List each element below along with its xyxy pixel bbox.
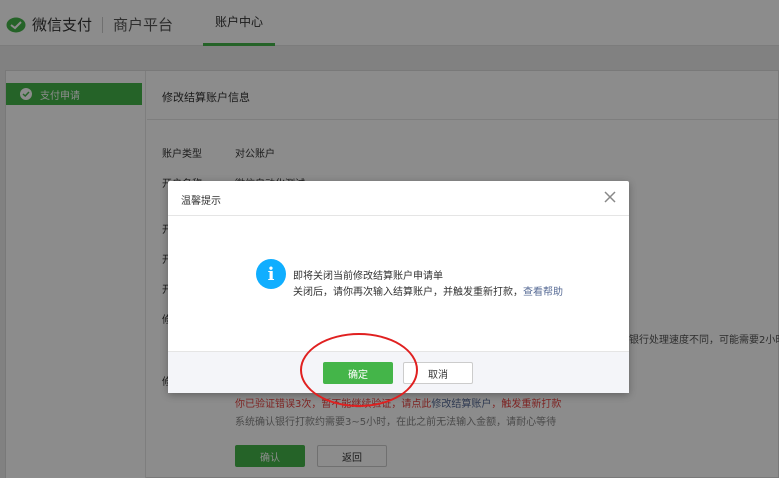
sub-message-text: 关闭后，请你再次输入结算账户，并触发重新打款， (293, 287, 523, 298)
dialog-message: 即将关闭当前修改结算账户申请单 (293, 271, 443, 282)
dialog-title: 温馨提示 (181, 196, 221, 207)
dialog-sub-message: 关闭后，请你再次输入结算账户，并触发重新打款，查看帮助 (293, 283, 563, 298)
annotation-circle (300, 333, 418, 407)
info-icon: i (256, 259, 286, 289)
help-link[interactable]: 查看帮助 (523, 287, 563, 298)
dialog-header: 温馨提示 (168, 181, 629, 216)
dialog-body: i 即将关闭当前修改结算账户申请单 关闭后，请你再次输入结算账户，并触发重新打款… (168, 216, 629, 351)
close-icon[interactable] (603, 190, 617, 204)
